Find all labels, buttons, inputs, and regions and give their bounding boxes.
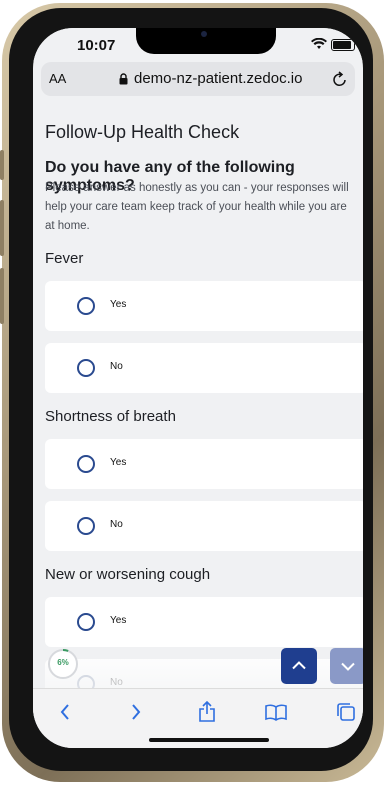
section-label-cough: New or worsening cough bbox=[45, 566, 211, 583]
section-label-shortness-of-breath: Shortness of breath bbox=[45, 408, 176, 425]
book-icon bbox=[265, 704, 287, 721]
back-button[interactable] bbox=[50, 699, 80, 725]
option-breath-no[interactable]: No bbox=[45, 501, 363, 551]
instructions-text: Please answer as honestly as you can - y… bbox=[45, 182, 349, 232]
forward-button[interactable] bbox=[121, 699, 151, 725]
section-label-fever: Fever bbox=[45, 250, 84, 267]
phone-volume-up bbox=[0, 200, 4, 256]
phone-side-button bbox=[0, 150, 4, 180]
page-title: Follow-Up Health Check bbox=[45, 122, 240, 142]
option-label: Yes bbox=[110, 615, 127, 626]
phone-volume-down bbox=[0, 268, 4, 324]
option-label: Yes bbox=[110, 299, 127, 310]
option-fever-yes[interactable]: Yes bbox=[45, 281, 363, 331]
share-icon bbox=[199, 701, 215, 722]
status-bar: 10:07 bbox=[33, 28, 363, 62]
option-breath-yes[interactable]: Yes bbox=[45, 439, 363, 489]
progress-label: 6% bbox=[57, 658, 69, 667]
option-label: No bbox=[110, 361, 123, 372]
home-indicator bbox=[149, 738, 269, 742]
tabs-icon bbox=[337, 703, 355, 721]
wifi-icon bbox=[311, 38, 327, 49]
url-text[interactable]: demo-nz-patient.zedoc.io bbox=[134, 70, 302, 87]
next-question-button[interactable] bbox=[330, 648, 363, 684]
option-label: Yes bbox=[110, 457, 127, 468]
status-time: 10:07 bbox=[77, 37, 116, 54]
chevron-up-icon bbox=[292, 661, 306, 670]
bookmarks-button[interactable] bbox=[261, 699, 291, 725]
previous-question-button[interactable] bbox=[281, 648, 317, 684]
radio-button[interactable] bbox=[77, 517, 95, 535]
page-content[interactable]: Follow-Up Health Check Do you have any o… bbox=[33, 100, 363, 688]
radio-button[interactable] bbox=[77, 455, 95, 473]
chevron-down-icon bbox=[341, 662, 355, 671]
share-button[interactable] bbox=[192, 699, 222, 725]
screen: 10:07 AA demo-nz-patient.zedoc.io Follow… bbox=[33, 28, 363, 748]
chevron-left-icon bbox=[60, 704, 69, 720]
address-bar[interactable]: AA demo-nz-patient.zedoc.io bbox=[41, 62, 355, 96]
camera-dot bbox=[201, 31, 207, 37]
lock-icon bbox=[119, 73, 128, 85]
option-cough-yes[interactable]: Yes bbox=[45, 597, 363, 647]
radio-button[interactable] bbox=[77, 359, 95, 377]
radio-button[interactable] bbox=[77, 297, 95, 315]
option-fever-no[interactable]: No bbox=[45, 343, 363, 393]
chevron-right-icon bbox=[132, 704, 141, 720]
text-size-button[interactable]: AA bbox=[49, 71, 66, 86]
reload-icon[interactable] bbox=[332, 70, 348, 88]
battery-icon bbox=[331, 39, 355, 51]
radio-button[interactable] bbox=[77, 613, 95, 631]
option-label: No bbox=[110, 519, 123, 530]
tabs-button[interactable] bbox=[331, 699, 361, 725]
browser-toolbar bbox=[33, 688, 363, 748]
